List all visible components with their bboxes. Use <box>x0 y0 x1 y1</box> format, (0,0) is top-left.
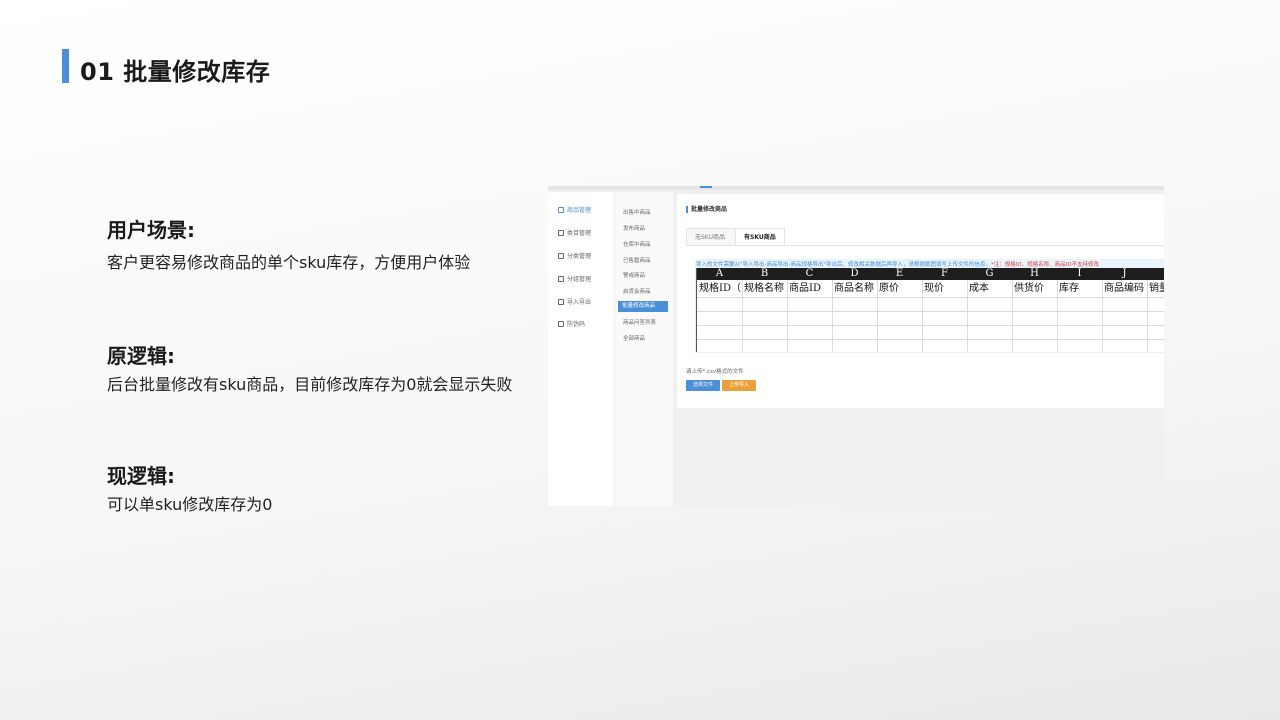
subnav-item[interactable]: 启货会商品 <box>623 287 651 295</box>
column-letter: E <box>877 268 922 280</box>
group-icon <box>558 275 564 282</box>
column-letter: I <box>1057 268 1102 280</box>
top-active-marker <box>700 186 712 188</box>
subnav-item[interactable]: 商品问答列表 <box>623 318 656 326</box>
user-scenario-heading: 用户场景: <box>107 218 195 242</box>
old-logic-heading: 原逻辑: <box>107 344 175 368</box>
notice-text: 导入的文件需要从"导入导出-商品导出-商品规格导出"导出后，修改相关数据后再导入… <box>696 260 1099 268</box>
column-letter: G <box>967 268 1012 280</box>
tab-with-sku[interactable]: 有SKU商品 <box>735 228 785 246</box>
spreadsheet-sample: A B C D E F G H I J 规格ID（ 规格名称 商品ID 商品名称 原价 现价 成本 供货价 库存 商品… <box>696 268 1164 352</box>
header-cell: 规格名称 <box>744 283 784 294</box>
grid-line <box>1012 280 1013 352</box>
column-letter: J <box>1102 268 1147 280</box>
grid-line <box>697 325 1164 326</box>
list-icon <box>558 229 564 236</box>
column-letter: C <box>787 268 832 280</box>
grid-line <box>1102 280 1103 352</box>
header-cell: 库存 <box>1059 283 1079 294</box>
tab-divider <box>686 245 1164 246</box>
column-letter: D <box>832 268 877 280</box>
column-letter: A <box>697 268 742 280</box>
title-accent-bar <box>62 49 69 83</box>
header-cell: 商品编码 <box>1104 283 1144 294</box>
grid-line <box>697 297 1164 298</box>
secondary-sidebar: 出售中商品 发布商品 仓库中商品 已售罄商品 警戒商品 启货会商品 批量修改商品… <box>614 192 673 506</box>
new-logic-heading: 现逻辑: <box>107 464 175 488</box>
new-logic-text: 可以单sku修改库存为0 <box>107 495 273 514</box>
grid-line <box>787 280 788 352</box>
grid-line <box>967 280 968 352</box>
grid-line <box>697 311 1164 312</box>
upload-hint: 请上传*.csv格式的文件 <box>686 369 744 375</box>
sidebar-item-label: 分类管理 <box>567 253 592 260</box>
header-cell: 原价 <box>879 283 899 294</box>
sidebar-item-label: 导入导出 <box>567 299 592 306</box>
sidebar-item-import-export[interactable]: 导入导出 <box>558 297 591 306</box>
header-cell: 商品ID <box>789 283 821 294</box>
subnav-item[interactable]: 发布商品 <box>623 224 645 232</box>
column-letter-overflow <box>1147 268 1164 280</box>
primary-sidebar: 商品管理 类目管理 分类管理 分组管理 导入导出 防伪码 <box>548 192 614 506</box>
qrcode-icon <box>558 320 564 327</box>
upload-import-button[interactable]: 上传导入 <box>722 380 756 391</box>
subnav-item[interactable]: 出售中商品 <box>623 208 651 216</box>
old-logic-text: 后台批量修改有sku商品，目前修改库存为0就会显示失败 <box>107 375 513 394</box>
column-letter: H <box>1012 268 1057 280</box>
main-panel: 批量修改商品 无SKU商品 有SKU商品 导入的文件需要从"导入导出-商品导出-… <box>677 194 1164 408</box>
sidebar-item-label: 商品管理 <box>567 207 592 214</box>
sidebar-item-anticounterfeit[interactable]: 防伪码 <box>558 319 585 328</box>
sidebar-item-category[interactable]: 类目管理 <box>558 228 591 237</box>
subnav-item[interactable]: 已售罄商品 <box>623 256 651 264</box>
sidebar-item-goods[interactable]: 商品管理 <box>558 205 591 214</box>
admin-screenshot: 商品管理 类目管理 分类管理 分组管理 导入导出 防伪码 出售中商品 发布商品 … <box>548 186 1164 506</box>
user-scenario-text: 客户更容易修改商品的单个sku库存，方便用户体验 <box>107 253 471 272</box>
grid-line <box>1057 280 1058 352</box>
subnav-item[interactable]: 全部商品 <box>623 334 645 342</box>
header-cell: 规格ID（ <box>699 283 741 294</box>
sidebar-item-label: 分组管理 <box>567 276 592 283</box>
grid-line <box>1147 280 1148 352</box>
subnav-item[interactable]: 仓库中商品 <box>623 240 651 248</box>
sidebar-item-label: 防伪码 <box>567 321 586 328</box>
grid-icon <box>558 252 564 259</box>
grid-line <box>832 280 833 352</box>
header-cell: 成本 <box>969 283 989 294</box>
sidebar-item-classify[interactable]: 分类管理 <box>558 251 591 260</box>
import-icon <box>558 298 564 305</box>
choose-file-button[interactable]: 选择文件 <box>686 380 720 391</box>
sidebar-item-group[interactable]: 分组管理 <box>558 274 591 283</box>
header-cell: 销量 <box>1149 283 1164 294</box>
header-cell: 现价 <box>924 283 944 294</box>
header-cell: 商品名称 <box>834 283 874 294</box>
grid-line <box>922 280 923 352</box>
column-letter: F <box>922 268 967 280</box>
grid-line <box>877 280 878 352</box>
sidebar-item-label: 类目管理 <box>567 230 592 237</box>
column-letter: B <box>742 268 787 280</box>
page-title: 01 批量修改库存 <box>80 58 271 86</box>
header-cell: 供货价 <box>1014 283 1044 294</box>
grid-line <box>697 339 1164 340</box>
subnav-item-batch-edit[interactable]: 批量修改商品 <box>618 301 668 312</box>
box-icon <box>558 206 564 213</box>
grid-line <box>742 280 743 352</box>
tab-no-sku[interactable]: 无SKU商品 <box>686 228 736 246</box>
subnav-item[interactable]: 警戒商品 <box>623 271 645 279</box>
top-divider <box>548 186 1164 190</box>
main-title: 批量修改商品 <box>686 206 727 213</box>
